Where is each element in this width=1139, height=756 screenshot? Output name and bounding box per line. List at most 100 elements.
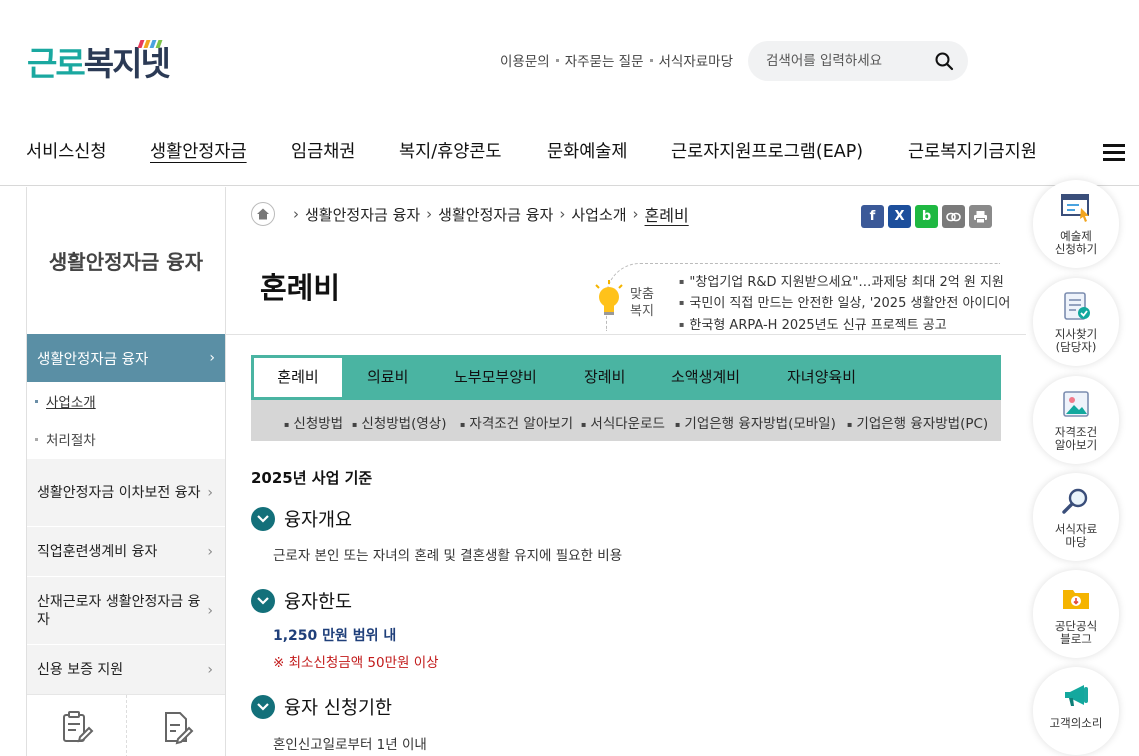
breadcrumb-item[interactable]: 사업소개 (571, 204, 626, 225)
sidebar-quick-icons (27, 694, 225, 756)
quick-customer-voice[interactable]: 고객의소리 (1033, 667, 1119, 755)
section-text: 근로자 본인 또는 자녀의 혼례 및 결혼생활 유지에 필요한 비용 (273, 548, 623, 564)
gnb-item-welfare-condo[interactable]: 복지/휴양콘도 (399, 138, 502, 163)
section-limit: 융자한도 (251, 588, 352, 614)
global-nav: 서비스신청 생활안정자금 임금채권 복지/휴양콘도 문화예술제 근로자지원프로그… (0, 128, 1139, 186)
sidebar-subitem-label: 사업소개 (46, 395, 96, 411)
bullet-icon (35, 399, 38, 403)
quick-eligibility[interactable]: 자격조건 알아보기 (1033, 376, 1119, 464)
tab-parent-support[interactable]: 노부모부양비 (454, 355, 537, 400)
breadcrumb-item[interactable]: 생활안정자금 융자 (305, 204, 420, 225)
gnb-item-service[interactable]: 서비스신청 (26, 138, 107, 163)
menu-icon[interactable] (1103, 144, 1125, 162)
chevron-down-icon (251, 589, 275, 613)
search-input[interactable] (766, 51, 926, 71)
subtab-ibk-mobile[interactable]: 기업은행 융자방법(모바일) (675, 412, 835, 432)
bullet-icon (35, 437, 38, 441)
link-copy-icon[interactable] (942, 205, 965, 228)
gnb-item-living-fund[interactable]: 생활안정자금 (150, 138, 247, 163)
chevron-right-icon: › (207, 484, 213, 501)
quick-art-festival-apply[interactable]: 예술제 신청하기 (1033, 180, 1119, 268)
util-link-faq[interactable]: 자주묻는 질문 (565, 50, 644, 70)
sidebar-subitem-intro[interactable]: 사업소개 (27, 382, 225, 420)
section-text: 혼인신고일로부터 1년 이내 (273, 737, 427, 753)
quick-forms[interactable]: 서식자료 마당 (1033, 473, 1119, 561)
sidebar-subitem-procedure[interactable]: 처리절차 (27, 420, 225, 458)
utility-links: 이용문의 자주묻는 질문 서식자료마당 (500, 50, 733, 70)
tab-wedding[interactable]: 혼례비 (254, 358, 342, 397)
quick-menu-label: 지사찾기 (담당자) (1054, 327, 1098, 354)
sidebar-item-credit-guarantee[interactable]: 신용 보증 지원 › (27, 644, 225, 694)
breadcrumb-separator: › (293, 205, 299, 223)
logo-color-marks (137, 40, 179, 48)
util-link-inquiry[interactable]: 이용문의 (500, 50, 550, 70)
quick-menu-label: 서식자료 마당 (1054, 522, 1098, 549)
section-overview: 융자개요 (251, 506, 352, 532)
search-box (748, 41, 968, 81)
custom-welfare-label: 맞춤 복지 (630, 287, 654, 319)
print-icon[interactable] (969, 205, 992, 228)
subtab-apply-video[interactable]: 신청방법(영상) (352, 412, 446, 432)
util-separator (555, 58, 559, 62)
util-separator (649, 58, 653, 62)
tab-child-care[interactable]: 자녀양육비 (787, 355, 856, 400)
section-heading: 융자개요 (284, 510, 353, 531)
basis-year: 2025년 사업 기준 (251, 469, 373, 487)
tab-funeral[interactable]: 장례비 (584, 355, 625, 400)
quick-official-blog[interactable]: 공단공식 블로그 (1033, 570, 1119, 658)
band-icon[interactable]: b (915, 205, 938, 228)
gnb-item-eap[interactable]: 근로자지원프로그램(EAP) (671, 138, 863, 163)
subtab-apply-method[interactable]: 신청방법 (284, 412, 343, 432)
gnb-item-wage-claim[interactable]: 임금채권 (291, 138, 355, 163)
x-twitter-icon[interactable]: X (888, 205, 911, 228)
subtab-eligibility[interactable]: 자격조건 알아보기 (460, 412, 573, 432)
sidebar-item-industrial-accident[interactable]: 산재근로자 생활안정자금 융자 › (27, 576, 225, 644)
util-link-forms[interactable]: 서식자료마당 (659, 50, 734, 70)
section-heading: 융자한도 (284, 592, 353, 613)
breadcrumb-separator: › (559, 205, 566, 223)
image-icon (1058, 386, 1094, 422)
folder-icon (1058, 580, 1094, 616)
document-edit-icon[interactable] (27, 695, 127, 756)
news-item[interactable]: 국민이 직접 만드는 안전한 일상, '2025 생활안전 아이디어 (679, 293, 1010, 314)
subtab-form-download[interactable]: 서식다운로드 (581, 412, 665, 432)
breadcrumb-item[interactable]: 생활안정자금 융자 (438, 204, 553, 225)
chevron-right-icon: › (207, 602, 213, 619)
facebook-icon[interactable]: f (861, 205, 884, 228)
lightbulb-icon (595, 280, 623, 315)
sidebar-item-active[interactable]: 생활안정자금 융자 › (27, 334, 225, 382)
sidebar-subitem-label: 처리절차 (46, 433, 96, 449)
custom-welfare-news: "창업기업 R&D 지원받으세요"…과제당 최대 2억 원 지원 국민이 직접 … (679, 272, 1010, 336)
home-icon[interactable] (251, 202, 275, 226)
subtab-ibk-pc[interactable]: 기업은행 융자방법(PC) (847, 412, 988, 432)
quick-menu-label: 예술제 신청하기 (1054, 229, 1098, 256)
news-item[interactable]: 한국형 ARPA-H 2025년도 신규 프로젝트 공고 (679, 315, 1010, 336)
news-item[interactable]: "창업기업 R&D 지원받으세요"…과제당 최대 2억 원 지원 (679, 272, 1010, 293)
sidebar-title: 생활안정자금 융자 (48, 250, 204, 274)
sidebar-item-label: 생활안정자금 이차보전 융자 (37, 484, 201, 501)
section-heading: 융자 신청기한 (284, 698, 393, 719)
breadcrumb-current: 혼례비 (644, 206, 689, 225)
sidebar-item-training-living[interactable]: 직업훈련생계비 융자 › (27, 526, 225, 576)
tab-small-living[interactable]: 소액생계비 (671, 355, 740, 400)
form-write-icon[interactable] (127, 695, 226, 756)
share-buttons: f X b (861, 205, 992, 228)
section-deadline: 융자 신청기한 (251, 694, 392, 720)
search-icon[interactable] (934, 51, 954, 71)
site-logo[interactable]: 근로복지넷 (27, 40, 171, 84)
gnb-item-art-festival[interactable]: 문화예술제 (547, 138, 628, 163)
sidebar-item-interest-subsidy[interactable]: 생활안정자금 이차보전 융자 › (27, 458, 225, 526)
gnb-item-welfare-fund[interactable]: 근로복지기금지원 (908, 138, 1037, 163)
title-divider (226, 334, 1026, 335)
category-tabs: 혼례비 의료비 노부모부양비 장례비 소액생계비 자녀양육비 (251, 355, 1001, 400)
quick-find-branch[interactable]: 지사찾기 (담당자) (1033, 278, 1119, 366)
checklist-icon (1058, 288, 1094, 324)
megaphone-icon (1058, 677, 1094, 713)
chevron-right-icon: › (209, 350, 215, 366)
minimum-amount-note: ※ 최소신청금액 50만원 이상 (273, 655, 439, 671)
tab-medical[interactable]: 의료비 (367, 355, 408, 400)
breadcrumb-separator: › (426, 205, 433, 223)
loan-limit-amount: 1,250 만원 범위 내 (273, 628, 397, 644)
chevron-down-icon (251, 507, 275, 531)
quick-menu-label: 자격조건 알아보기 (1054, 425, 1098, 452)
